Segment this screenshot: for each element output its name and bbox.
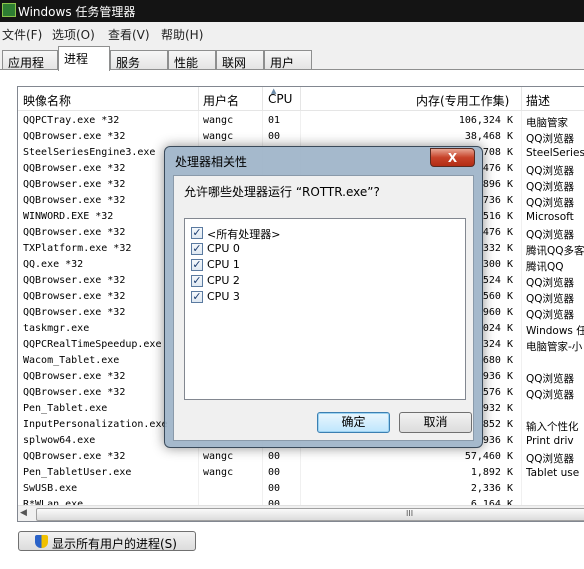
column-header-row: 映像名称 用户名 ▲ CPU 内存(专用工作集) 描述 xyxy=(18,87,584,111)
process-memory: 1,892 K xyxy=(470,467,513,478)
horizontal-scrollbar[interactable]: ◀ III xyxy=(18,505,584,521)
process-cpu: 00 xyxy=(268,467,281,478)
tab-strip: 应用程序 进程 服务 性能 联网 用户 xyxy=(0,46,584,87)
scroll-left-icon[interactable]: ◀ xyxy=(20,508,27,518)
process-description: Microsoft xyxy=(526,211,574,223)
column-user-name[interactable]: 用户名 xyxy=(203,92,239,109)
checkbox[interactable]: ✓ xyxy=(191,243,203,255)
uac-shield-icon xyxy=(35,535,48,548)
processor-label: CPU 2 xyxy=(207,274,240,287)
process-description: 腾讯QQ多客 xyxy=(526,245,584,257)
process-name: QQPCTray.exe *32 xyxy=(23,115,120,126)
process-row[interactable]: QQPCTray.exe *32 wangc 01 106,324 K 电脑管家 xyxy=(18,114,584,130)
checkbox[interactable]: ✓ xyxy=(191,227,203,239)
scrollbar-thumb[interactable] xyxy=(36,508,584,521)
column-divider[interactable] xyxy=(198,87,199,111)
process-description: 输入个性化 xyxy=(526,421,579,433)
process-memory: 57,460 K xyxy=(464,451,513,462)
process-description: QQ浏览器 xyxy=(526,373,575,385)
process-description: QQ浏览器 xyxy=(526,293,575,305)
column-memory[interactable]: 内存(专用工作集) xyxy=(416,92,509,109)
process-description: 电脑管家-小 xyxy=(526,341,583,353)
tab-services[interactable]: 服务 xyxy=(110,50,168,70)
process-description: QQ浏览器 xyxy=(526,229,575,241)
process-memory: 2,336 K xyxy=(470,483,513,494)
title-bar: Windows 任务管理器 xyxy=(0,0,584,22)
process-name: Pen_TabletUser.exe xyxy=(23,467,132,478)
process-description: QQ浏览器 xyxy=(526,181,575,193)
menu-help[interactable]: 帮助(H) xyxy=(161,26,203,43)
menu-bar: 文件(F) 选项(O) 查看(V) 帮助(H) xyxy=(0,22,584,44)
column-cpu[interactable]: CPU xyxy=(268,92,292,106)
process-description: QQ浏览器 xyxy=(526,453,575,465)
column-image-name[interactable]: 映像名称 xyxy=(23,92,71,109)
processor-label: CPU 3 xyxy=(207,290,240,303)
processor-affinity-dialog: 处理器相关性 X 允许哪些处理器运行 “ROTTR.exe”? ✓ <所有处理器>… xyxy=(164,146,483,448)
process-description: QQ浏览器 xyxy=(526,165,575,177)
process-cpu: 00 xyxy=(268,483,281,494)
show-all-users-label: 显示所有用户的进程(S) xyxy=(52,537,177,551)
process-user: wangc xyxy=(203,451,234,462)
checkbox[interactable]: ✓ xyxy=(191,291,203,303)
process-description: 电脑管家 xyxy=(526,117,568,129)
process-memory: 106,324 K xyxy=(458,115,513,126)
dialog-body: 允许哪些处理器运行 “ROTTR.exe”? ✓ <所有处理器> ✓ CPU 0 ✓ CP… xyxy=(173,175,474,441)
window-title: Windows 任务管理器 xyxy=(18,5,136,19)
process-row[interactable]: QQBrowser.exe *32 wangc 00 38,468 K QQ浏览器 xyxy=(18,130,584,146)
tab-processes[interactable]: 进程 xyxy=(58,46,110,71)
process-description: QQ浏览器 xyxy=(526,197,575,209)
process-description: QQ浏览器 xyxy=(526,309,575,321)
process-cpu: 00 xyxy=(268,131,281,142)
process-description: Tablet use xyxy=(526,467,580,479)
process-user: wangc xyxy=(203,467,234,478)
dialog-title: 处理器相关性 xyxy=(175,155,248,169)
process-cpu: 01 xyxy=(268,115,281,126)
ok-button[interactable]: 确定 xyxy=(317,412,390,433)
process-description: QQ浏览器 xyxy=(526,133,575,145)
menu-options[interactable]: 选项(O) xyxy=(52,26,95,43)
process-row[interactable]: Pen_TabletUser.exe wangc 00 1,892 K Tablet u… xyxy=(18,466,584,482)
processor-list: ✓ <所有处理器> ✓ CPU 0 ✓ CPU 1 ✓ CPU 2 ✓ CPU 3 xyxy=(184,218,466,400)
process-description: 腾讯QQ xyxy=(526,261,564,273)
menu-file[interactable]: 文件(F) xyxy=(2,26,42,43)
process-name: SwUSB.exe xyxy=(23,483,78,494)
cancel-button[interactable]: 取消 xyxy=(399,412,472,433)
process-row[interactable]: QQBrowser.exe *32 wangc 00 57,460 K QQ浏览器 xyxy=(18,450,584,466)
processor-label: CPU 0 xyxy=(207,242,240,255)
column-divider[interactable] xyxy=(300,87,301,111)
tab-users[interactable]: 用户 xyxy=(264,50,312,70)
show-all-users-button[interactable]: 显示所有用户的进程(S) xyxy=(18,531,196,551)
tab-applications[interactable]: 应用程序 xyxy=(2,50,58,87)
process-description: QQ浏览器 xyxy=(526,389,575,401)
processor-label: <所有处理器> xyxy=(207,228,281,241)
process-cpu: 00 xyxy=(268,451,281,462)
column-description[interactable]: 描述 xyxy=(526,92,550,109)
process-user: wangc xyxy=(203,131,234,142)
process-name: QQBrowser.exe *32 xyxy=(23,451,126,462)
process-description: QQ浏览器 xyxy=(526,277,575,289)
dialog-prompt: 允许哪些处理器运行 “ROTTR.exe”? xyxy=(184,185,380,199)
column-divider[interactable] xyxy=(521,87,522,111)
tab-performance[interactable]: 性能 xyxy=(168,50,216,70)
process-memory: 38,468 K xyxy=(464,131,513,142)
checkbox[interactable]: ✓ xyxy=(191,259,203,271)
tab-networking[interactable]: 联网 xyxy=(216,50,264,70)
process-user: wangc xyxy=(203,115,234,126)
process-description: SteelSeries xyxy=(526,147,584,159)
process-name: QQBrowser.exe *32 xyxy=(23,131,126,142)
task-manager-icon xyxy=(2,3,16,17)
processor-label: CPU 1 xyxy=(207,258,240,271)
checkbox[interactable]: ✓ xyxy=(191,275,203,287)
menu-view[interactable]: 查看(V) xyxy=(108,26,150,43)
process-row[interactable]: SwUSB.exe 00 2,336 K xyxy=(18,482,584,498)
process-description: Print driv xyxy=(526,435,574,447)
process-description: Windows 任 xyxy=(526,325,584,337)
close-button[interactable]: X xyxy=(430,148,475,167)
column-divider[interactable] xyxy=(262,87,263,111)
scroll-grip-icon: III xyxy=(406,509,414,518)
